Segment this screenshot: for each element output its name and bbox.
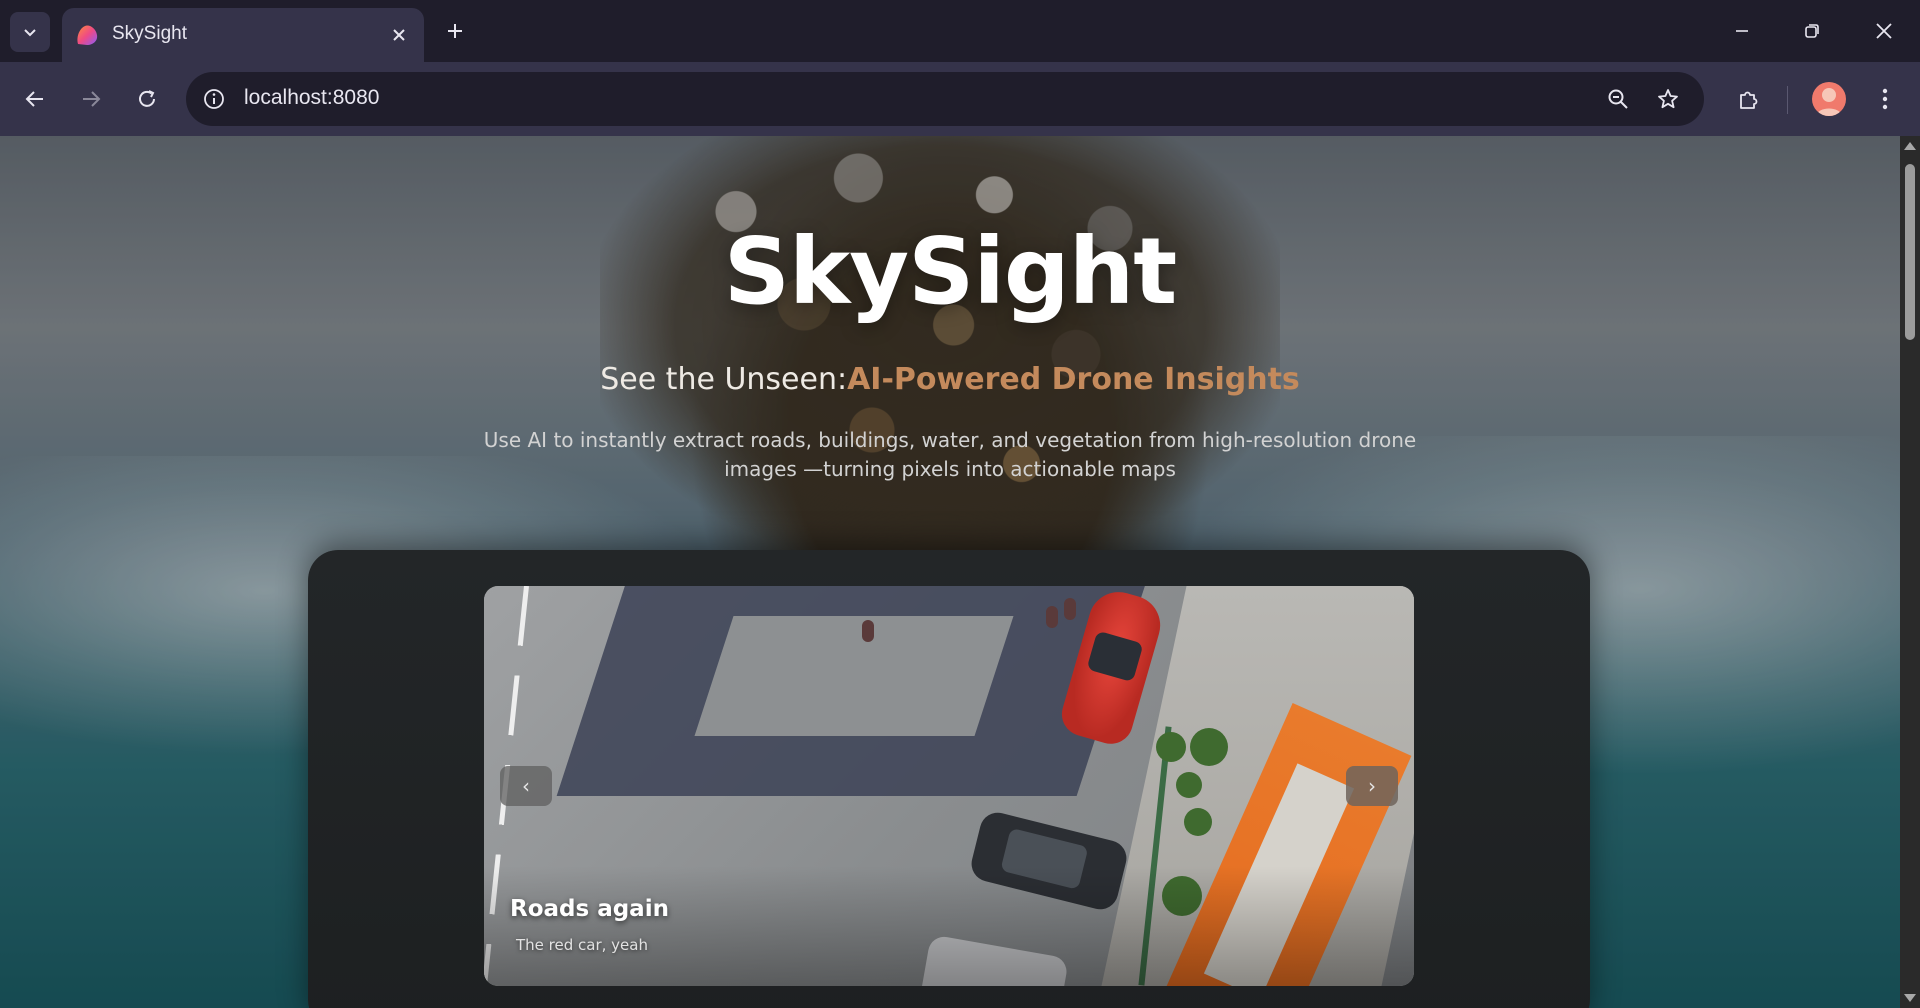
chevron-down-icon <box>24 29 36 37</box>
page-viewport: SkySight See the Unseen:AI-Powered Drone… <box>0 136 1900 1008</box>
slide-plant <box>1176 772 1202 798</box>
slide-plant <box>1184 808 1212 836</box>
puzzle-icon <box>1740 91 1758 109</box>
restore-icon <box>1805 24 1819 38</box>
info-icon <box>204 89 224 109</box>
forward-button[interactable] <box>70 78 112 120</box>
slide-image-shadow-gap <box>694 616 1014 736</box>
browser-toolbar: localhost:8080 <box>0 62 1920 136</box>
browser-tab-skysight[interactable]: SkySight <box>62 8 424 62</box>
carousel-panel: Roads again The red car, yeah ‹ › <box>308 550 1590 1008</box>
slide-plant <box>1156 732 1186 762</box>
hero-subtitle-plain: See the Unseen: <box>600 362 848 397</box>
skysight-logo-icon <box>77 25 98 45</box>
scrollbar-thumb[interactable] <box>1905 164 1915 340</box>
toolbar-divider <box>1787 86 1788 114</box>
plus-icon <box>448 24 462 38</box>
minimize-icon <box>1736 30 1748 32</box>
slide-caption-subtitle: The red car, yeah <box>516 936 648 954</box>
browser-tab-strip: SkySight <box>0 0 1920 62</box>
profile-avatar[interactable] <box>1812 82 1846 116</box>
slide-person <box>1046 606 1058 628</box>
scroll-up-arrow-icon[interactable] <box>1904 142 1916 150</box>
extensions-button[interactable] <box>1728 78 1770 120</box>
slide-person <box>862 620 874 642</box>
page-scrollbar[interactable] <box>1900 136 1920 1008</box>
hero-description: Use AI to instantly extract roads, build… <box>483 428 1417 481</box>
site-info-button[interactable] <box>198 83 230 115</box>
arrow-left-icon <box>25 91 43 107</box>
scroll-down-arrow-icon[interactable] <box>1904 994 1916 1002</box>
tab-close-button[interactable] <box>384 20 414 50</box>
star-icon <box>1658 89 1678 109</box>
user-avatar-icon <box>1816 88 1842 116</box>
chevron-left-icon: ‹ <box>522 774 530 798</box>
back-button[interactable] <box>14 78 56 120</box>
carousel-next-button[interactable]: › <box>1346 766 1398 806</box>
close-icon <box>393 29 405 41</box>
hero-subtitle: See the Unseen:AI-Powered Drone Insights <box>0 362 1900 397</box>
minimize-button[interactable] <box>1714 10 1770 52</box>
tab-search-button[interactable] <box>10 12 50 52</box>
chevron-right-icon: › <box>1368 774 1376 798</box>
carousel-slide: Roads again The red car, yeah ‹ › <box>484 586 1414 986</box>
slide-person <box>1064 598 1076 620</box>
url-text[interactable]: localhost:8080 <box>244 86 379 110</box>
restore-button[interactable] <box>1784 10 1840 52</box>
hero-subtitle-accent: AI-Powered Drone Insights <box>847 362 1300 397</box>
close-icon <box>1876 23 1892 39</box>
slide-plant <box>1190 728 1228 766</box>
bookmark-button[interactable] <box>1652 83 1684 115</box>
tab-title: SkySight <box>112 23 187 44</box>
arrow-right-icon <box>83 91 101 107</box>
address-bar[interactable]: localhost:8080 <box>186 72 1704 126</box>
hero-title: SkySight <box>723 218 1178 325</box>
slide-caption-gradient <box>484 866 1414 986</box>
new-tab-button[interactable] <box>438 14 472 48</box>
kebab-menu-icon <box>1882 88 1888 110</box>
browser-menu-button[interactable] <box>1864 78 1906 120</box>
reload-button[interactable] <box>126 78 168 120</box>
zoom-button[interactable] <box>1602 83 1634 115</box>
slide-caption-title: Roads again <box>510 896 669 922</box>
carousel-prev-button[interactable]: ‹ <box>500 766 552 806</box>
reload-icon <box>139 90 155 107</box>
zoom-out-icon <box>1608 89 1628 109</box>
close-window-button[interactable] <box>1856 10 1912 52</box>
